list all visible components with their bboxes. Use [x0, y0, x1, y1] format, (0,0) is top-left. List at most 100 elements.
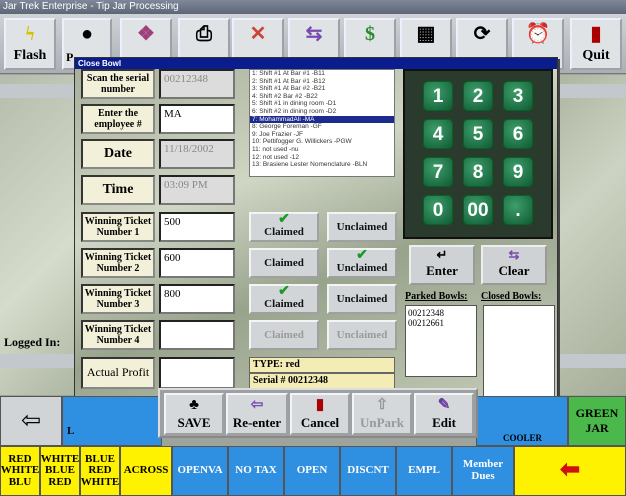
save-button[interactable]: ♣ SAVE — [164, 393, 224, 435]
white-blue-red-button[interactable]: WHITE BLUE RED — [40, 446, 80, 496]
dice-icon: ❖ — [137, 23, 155, 45]
logout-button[interactable]: ⬅ — [514, 446, 626, 496]
reenter-button[interactable]: ⇦ Re-enter — [226, 393, 288, 435]
employee-list-item[interactable]: 6: Shift #2 in dining room -D2 — [250, 108, 394, 116]
refresh-icon: ⟳ — [473, 23, 491, 45]
employee-field[interactable]: MA — [159, 104, 235, 134]
x-icon: ✕ — [249, 23, 267, 45]
key-5[interactable]: 5 — [463, 119, 493, 149]
edit-pencil-icon: ✎ — [437, 397, 451, 413]
clear-button[interactable]: ⇆ Clear — [481, 245, 547, 285]
unclaimed-button-4[interactable]: Unclaimed — [327, 320, 397, 350]
type-info: TYPE: red — [249, 357, 395, 373]
green-jar-button[interactable]: GREEN JAR — [568, 396, 626, 446]
employee-list-item[interactable]: 11: not used -nu — [250, 146, 394, 154]
up-arrow-icon: ⇧ — [375, 397, 389, 413]
parked-bowl-item[interactable]: 00212348 — [408, 308, 474, 318]
printer-icon: ⎙ — [196, 23, 212, 45]
save-tree-icon: ♣ — [189, 397, 199, 413]
employee-list-item[interactable]: 3: Shift #1 At Bar #2 -B21 — [250, 85, 394, 93]
left-arrow-icon: ⇦ — [20, 408, 42, 434]
employee-list-item[interactable]: 4: Shift #2 Bar #2 -B22 — [250, 93, 394, 101]
checkmark-icon: ✔ — [278, 212, 290, 227]
employee-list-item[interactable]: 9: Joe Frazier -JF — [250, 131, 394, 139]
open-button[interactable]: OPEN — [284, 446, 340, 496]
unclaimed-label: Unclaimed — [336, 329, 388, 341]
app-title-bar: Jar Trek Enterprise - Tip Jar Processing — [0, 0, 626, 14]
employee-list-item[interactable]: 1: Shift #1 At Bar #1 -B11 — [250, 70, 394, 78]
cooler-button[interactable]: COOLER — [476, 396, 568, 446]
dialog-body: Scan the serial number 00212348 Enter th… — [75, 69, 557, 415]
parked-bowls-list[interactable]: 00212348 00212661 — [405, 305, 477, 377]
winning-ticket-2-field[interactable]: 600 — [159, 248, 235, 278]
alarm-clock-icon: ⏰ — [525, 23, 551, 45]
logged-in-label: Logged In: — [4, 335, 61, 349]
red-white-blu-button[interactable]: RED WHITE BLU — [0, 446, 40, 496]
unclaimed-button-1[interactable]: Unclaimed — [327, 212, 397, 242]
key-2[interactable]: 2 — [463, 81, 493, 111]
employee-list-item[interactable]: 13: Brasiene Lester Nomenclature -BLN — [250, 161, 394, 169]
openva-button[interactable]: OPENVA — [172, 446, 228, 496]
serial-field[interactable]: 00212348 — [159, 69, 235, 99]
key-3[interactable]: 3 — [503, 81, 533, 111]
member-dues-button[interactable]: Member Dues — [452, 446, 514, 496]
enter-button[interactable]: ↵ Enter — [409, 245, 475, 285]
unclaimed-button-3[interactable]: Unclaimed — [327, 284, 397, 314]
cancel-label: Cancel — [300, 415, 340, 430]
claimed-button-1[interactable]: ✔ Claimed — [249, 212, 319, 242]
employee-list-item[interactable]: 12: not used -12 — [250, 154, 394, 162]
key-0[interactable]: 0 — [423, 195, 453, 225]
clear-arrows-icon: ⇆ — [508, 247, 520, 262]
edit-button[interactable]: ✎ Edit — [414, 393, 474, 435]
blue-tab-button[interactable]: L — [62, 396, 162, 446]
claimed-button-3[interactable]: ✔ Claimed — [249, 284, 319, 314]
quit-button[interactable]: ▮ Quit — [570, 18, 622, 70]
across-button[interactable]: ACROSS — [120, 446, 172, 496]
flash-button[interactable]: ϟ Flash — [4, 18, 56, 70]
winning-ticket-3-field[interactable]: 800 — [159, 284, 235, 314]
no-tax-button[interactable]: NO TAX — [228, 446, 284, 496]
time-field[interactable]: 03:09 PM — [159, 175, 235, 205]
back-arrow-button[interactable]: ⇦ — [0, 396, 62, 446]
blue-red-white-button[interactable]: BLUE RED WHITE — [80, 446, 120, 496]
employee-list-item[interactable]: 2: Shift #1 At Bar #1 -B12 — [250, 78, 394, 86]
serial-hash-label: Serial # — [253, 375, 286, 386]
claimed-label: Claimed — [264, 226, 304, 238]
key-00[interactable]: 00 — [463, 195, 493, 225]
winning-ticket-4-field[interactable] — [159, 320, 235, 350]
employee-list-item[interactable]: 7: MohammadAli -MA — [250, 115, 394, 124]
employee-label: Enter the employee # — [81, 104, 155, 134]
numeric-keypad: 1 2 3 4 5 6 7 8 9 0 00 . — [403, 69, 553, 239]
actual-profit-field[interactable] — [159, 357, 235, 389]
discnt-button[interactable]: DISCNT — [340, 446, 396, 496]
claimed-label: Claimed — [264, 257, 304, 269]
key-9[interactable]: 9 — [503, 157, 533, 187]
l-partial-label: L — [67, 425, 75, 437]
unpark-label: UnPark — [359, 415, 405, 430]
key-4[interactable]: 4 — [423, 119, 453, 149]
key-decimal[interactable]: . — [503, 195, 533, 225]
employee-list-item[interactable]: 8: George Foreman -GF — [250, 123, 394, 131]
key-1[interactable]: 1 — [423, 81, 453, 111]
claimed-button-4[interactable]: Claimed — [249, 320, 319, 350]
key-8[interactable]: 8 — [463, 157, 493, 187]
employee-list-item[interactable]: 5: Shift #1 in dining room -D1 — [250, 100, 394, 108]
parked-bowls-label: Parked Bowls: — [405, 291, 468, 302]
claimed-button-2[interactable]: Claimed — [249, 248, 319, 278]
dialog-title: Close Bowl — [75, 58, 557, 69]
unpark-button[interactable]: ⇧ UnPark — [352, 393, 412, 435]
cancel-button[interactable]: ▮ Cancel — [290, 393, 350, 435]
date-field[interactable]: 11/18/2002 — [159, 139, 235, 169]
exit-door-icon: ▮ — [315, 397, 325, 413]
parked-bowl-item[interactable]: 00212661 — [408, 318, 474, 328]
employee-list[interactable]: 1: Shift #1 At Bar #1 -B11 2: Shift #1 At… — [249, 69, 395, 177]
employee-list-item[interactable]: 10: Pettifogger G. Willickers -PGW — [250, 138, 394, 146]
unclaimed-button-2[interactable]: ✔ Unclaimed — [327, 248, 397, 278]
key-7[interactable]: 7 — [423, 157, 453, 187]
arrows-icon: ⇆ — [305, 23, 323, 45]
key-6[interactable]: 6 — [503, 119, 533, 149]
empl-button[interactable]: EMPL — [396, 446, 452, 496]
bomb-icon: ● — [80, 23, 94, 45]
winning-ticket-1-field[interactable]: 500 — [159, 212, 235, 242]
clear-label: Clear — [498, 263, 530, 278]
